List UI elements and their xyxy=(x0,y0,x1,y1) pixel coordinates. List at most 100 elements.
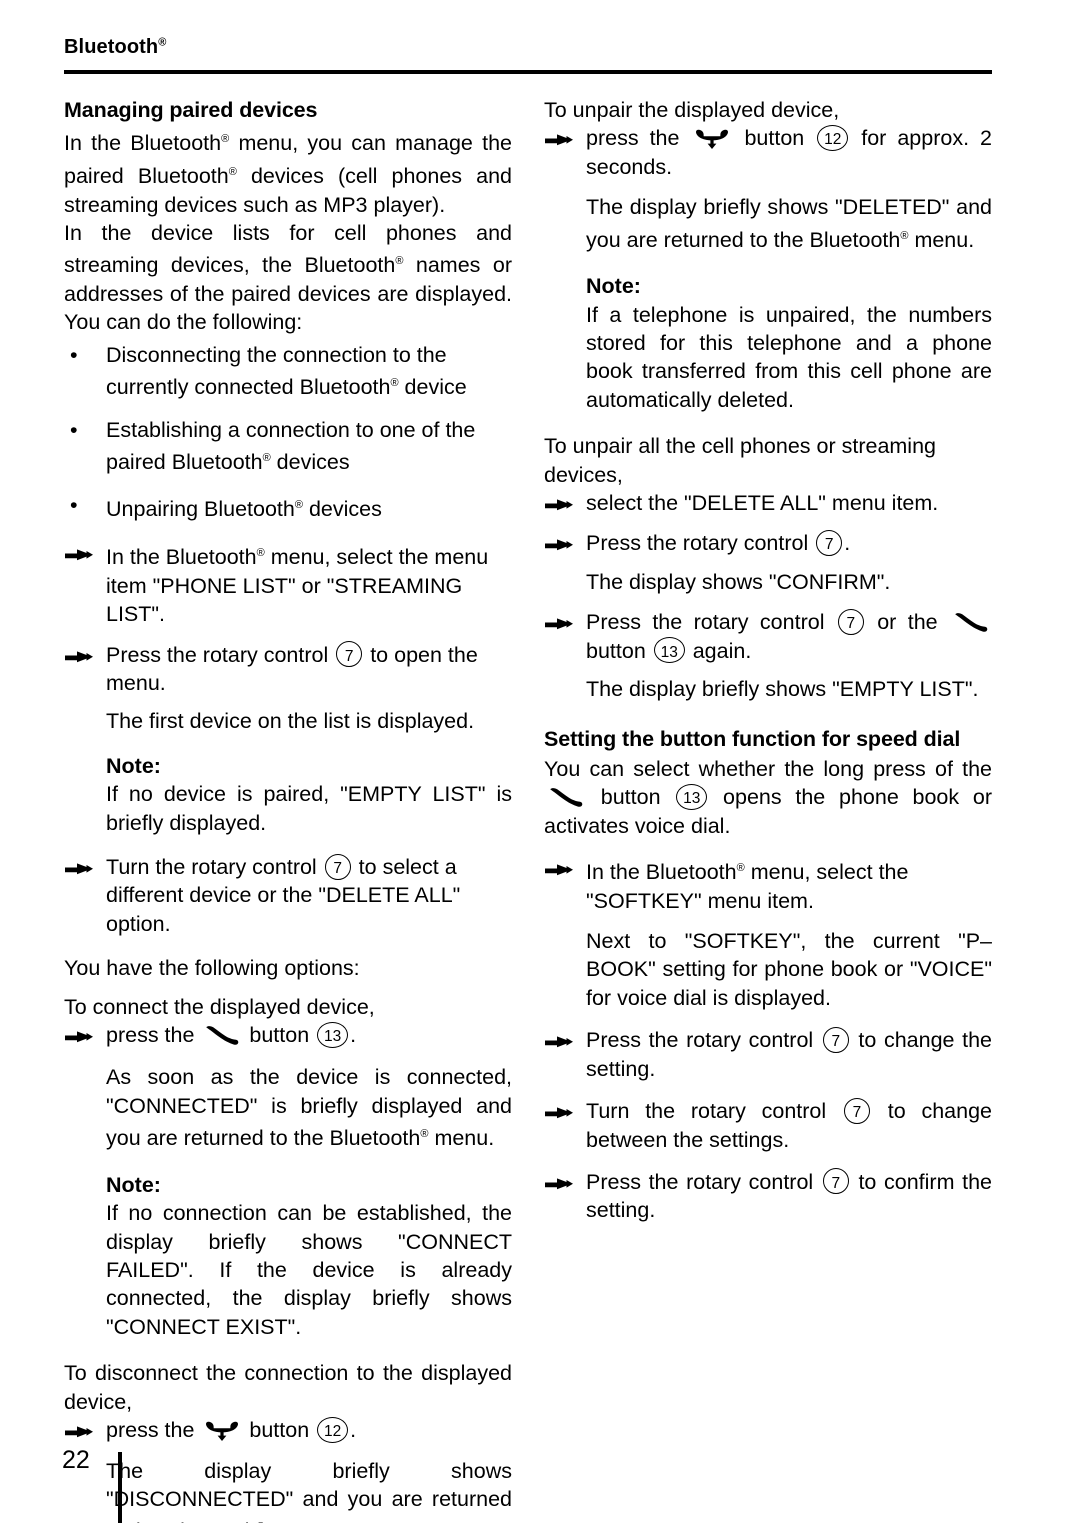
phone-hangup-icon xyxy=(694,129,730,150)
reference-badge-rotary: 7 xyxy=(822,1168,849,1195)
reference-badge-call-button: 13 xyxy=(317,1021,349,1048)
unpair-all-step-3-b: or the xyxy=(865,610,949,635)
disconnect-step-a: press the xyxy=(106,1418,201,1443)
sd-step-1-result: Next to "SOFTKEY", the current "P–BOOK" … xyxy=(586,929,992,1010)
reference-badge-rotary: 7 xyxy=(843,1097,870,1124)
instruction-step-text: Turn the rotary control 7 to select a di… xyxy=(106,853,512,938)
list-item-text-b: device xyxy=(398,375,467,400)
right-column: To unpair the displayed device, press th… xyxy=(544,96,992,1225)
instruction-step: press the button 13. xyxy=(64,1021,512,1049)
list-item: • Unpairing Bluetooth® devices xyxy=(64,491,512,524)
list-item-text-a: Unpairing Bluetooth xyxy=(106,496,295,521)
instruction-step: select the "DELETE ALL" menu item. xyxy=(544,489,992,517)
instruction-step-text: In the Bluetooth® menu, select the menu … xyxy=(106,539,512,628)
instruction-step: In the Bluetooth® menu, select the "SOFT… xyxy=(544,854,992,915)
connect-step-b: button xyxy=(243,1023,316,1048)
unpair-all-step-2-b: . xyxy=(844,531,851,556)
registered-mark-icon: ® xyxy=(262,452,271,465)
connect-result-b: menu. xyxy=(428,1126,495,1151)
pointing-hand-arrow-icon xyxy=(544,1033,574,1051)
instruction-step-text: press the button 12. xyxy=(106,1416,512,1444)
manual-page: Bluetooth® Managing paired devices In th… xyxy=(0,0,1080,1523)
note-block: Note: If no device is paired, "EMPTY LIS… xyxy=(106,752,512,837)
intro-paragraph-2: In the device lists for cell phones and … xyxy=(64,219,512,337)
phone-hangup-icon xyxy=(204,1421,240,1442)
pointing-hand-arrow-icon xyxy=(544,131,574,149)
unpair-step-b: button xyxy=(733,126,816,151)
instruction-step-text: In the Bluetooth® menu, select the "SOFT… xyxy=(586,854,992,915)
unpair-all-step-3-d: again. xyxy=(686,638,752,663)
reference-badge-rotary: 7 xyxy=(816,529,843,556)
bullet-dot-icon: • xyxy=(70,492,78,517)
registered-mark-icon: ® xyxy=(228,165,237,178)
list-item-text-a: Disconnecting the connection to the curr… xyxy=(106,342,447,400)
instruction-step-text: Press the rotary control 7 to open the m… xyxy=(106,641,512,698)
reference-badge-hangup-button: 12 xyxy=(317,1416,349,1443)
pointing-hand-arrow-icon xyxy=(544,536,574,554)
registered-mark-icon: ® xyxy=(390,377,399,390)
unpair-all-step-2-a: Press the rotary control xyxy=(586,531,815,556)
unpair-result-b: menu. xyxy=(908,227,975,252)
instruction-step-text: Press the rotary control 7 to confirm th… xyxy=(586,1168,992,1225)
instruction-step-text: Turn the rotary control 7 to change betw… xyxy=(586,1097,992,1154)
step-1-a: In the Bluetooth xyxy=(106,545,257,570)
note-text: If no connection can be established, the… xyxy=(106,1201,512,1339)
pointing-hand-arrow-icon xyxy=(64,648,94,666)
pointing-hand-arrow-icon xyxy=(64,1028,94,1046)
pointing-hand-arrow-icon xyxy=(64,546,94,564)
page-header: Bluetooth® xyxy=(64,36,992,58)
instruction-step-text: select the "DELETE ALL" menu item. xyxy=(586,491,939,516)
header-title-text: Bluetooth xyxy=(64,36,159,58)
instruction-step: Turn the rotary control 7 to change betw… xyxy=(544,1097,992,1154)
footer-divider xyxy=(118,1452,122,1523)
disconnect-step-c: . xyxy=(350,1418,357,1443)
registered-mark-icon: ® xyxy=(158,36,167,49)
instruction-step: In the Bluetooth® menu, select the menu … xyxy=(64,539,512,628)
instruction-step: press the button 12 for approx. 2 second… xyxy=(544,124,992,181)
speed-dial-intro-a: You can select whether the long press of… xyxy=(544,756,992,781)
disconnect-result-a: The display briefly shows "DISCONNECTED"… xyxy=(106,1458,512,1523)
unpair-intro: To unpair the displayed device, xyxy=(544,98,840,122)
phone-offhook-icon xyxy=(204,1025,240,1045)
header-divider xyxy=(64,70,992,74)
instruction-step-text: Press the rotary control 7. xyxy=(586,529,992,557)
phone-offhook-icon xyxy=(953,612,989,633)
pointing-hand-arrow-icon xyxy=(544,1104,574,1122)
list-item: • Establishing a connection to one of th… xyxy=(64,416,512,477)
pointing-hand-arrow-icon xyxy=(544,861,574,879)
speed-dial-intro: You can select whether the long press of… xyxy=(544,755,992,840)
unpair-all-step-3-a: Press the rotary control xyxy=(586,610,836,635)
registered-mark-icon: ® xyxy=(736,862,745,875)
note-label: Note: xyxy=(586,274,641,299)
section-heading-managing-paired-devices: Managing paired devices xyxy=(64,98,318,122)
instruction-step: Turn the rotary control 7 to select a di… xyxy=(64,853,512,938)
options-line: You have the following options: xyxy=(64,956,360,981)
pointing-hand-arrow-icon xyxy=(544,496,574,514)
pointing-hand-arrow-icon xyxy=(64,1423,94,1441)
sd-step-1-a: In the Bluetooth xyxy=(586,860,737,885)
sd-step-2-a: Press the rotary control xyxy=(586,1028,821,1053)
note-block: Note: If a telephone is unpaired, the nu… xyxy=(586,272,992,414)
connect-step-a: press the xyxy=(106,1023,201,1048)
list-item-text-b: devices xyxy=(270,450,350,475)
unpair-all-step-3-c: button xyxy=(586,638,652,663)
note-text: If no device is paired, "EMPTY LIST" is … xyxy=(106,782,512,835)
unpair-all-result-1: The display shows "CONFIRM". xyxy=(586,569,891,594)
reference-badge-rotary: 7 xyxy=(336,641,363,668)
speed-dial-intro-b: button xyxy=(587,785,675,810)
instruction-step-text: Press the rotary control 7 to change the… xyxy=(586,1026,992,1083)
unpair-result: The display briefly shows "DELETED" and … xyxy=(586,193,992,254)
intro-1-a: In the Bluetooth xyxy=(64,131,222,156)
disconnect-intro: To disconnect the connection to the disp… xyxy=(64,1361,512,1414)
step-result-text: The first device on the list is displaye… xyxy=(106,709,475,734)
step-2-a: Press the rotary control xyxy=(106,642,335,667)
note-text: If a telephone is unpaired, the numbers … xyxy=(586,302,992,412)
connect-step-c: . xyxy=(350,1023,357,1048)
pointing-hand-arrow-icon xyxy=(544,1175,574,1193)
left-column: Managing paired devices In the Bluetooth… xyxy=(64,96,512,1523)
list-item-text: Disconnecting the connection to the curr… xyxy=(106,341,512,402)
reference-badge-rotary: 7 xyxy=(837,608,864,635)
disconnect-result: The display briefly shows "DISCONNECTED"… xyxy=(106,1457,512,1523)
list-item: • Disconnecting the connection to the cu… xyxy=(64,341,512,402)
reference-badge-call-button: 13 xyxy=(653,637,685,664)
